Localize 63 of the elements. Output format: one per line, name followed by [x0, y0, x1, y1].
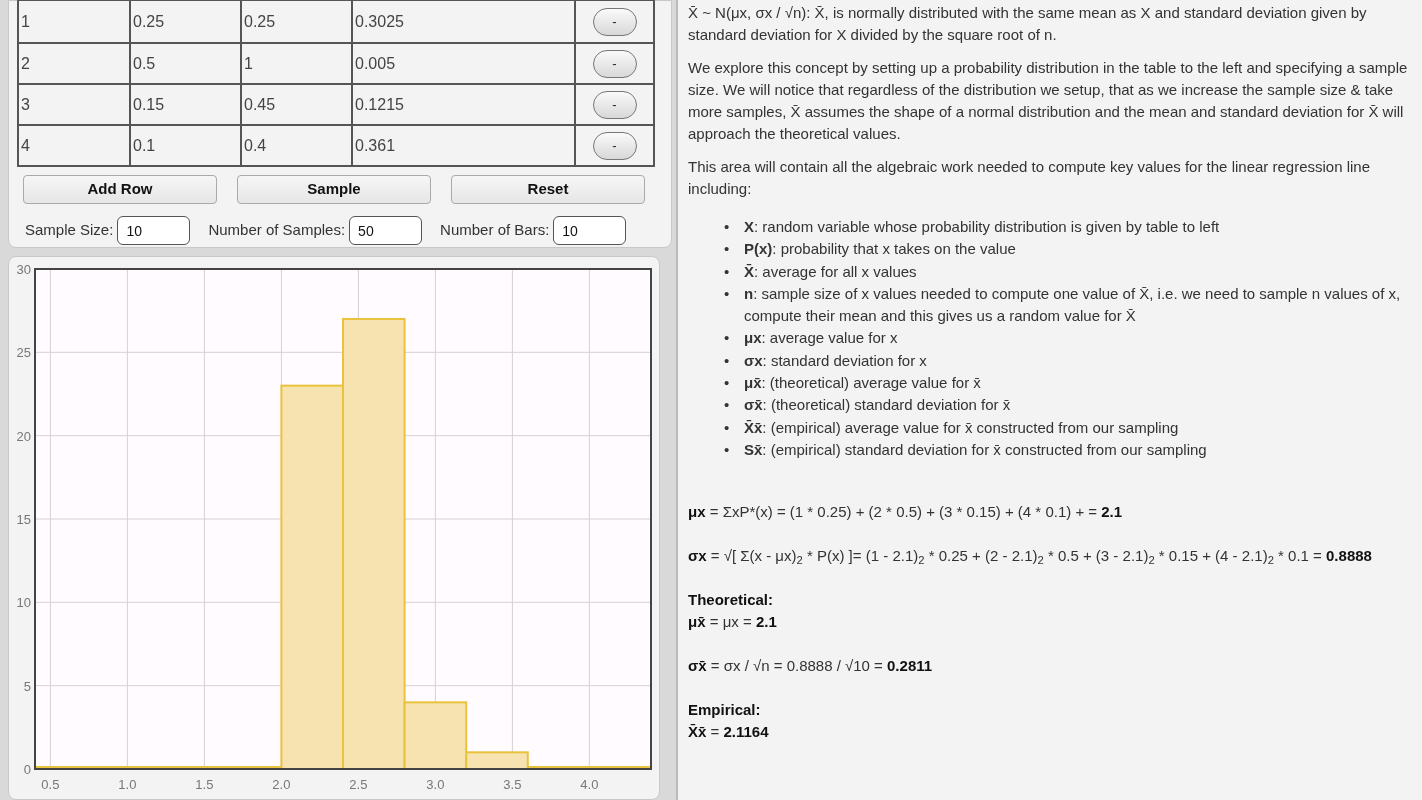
- definition-item: X: random variable whose probability distribution is given by table to left: [744, 217, 1220, 237]
- bullet-marker: •: [724, 328, 731, 349]
- table-cell: 0.1: [131, 126, 242, 165]
- table-cell: 0.361: [353, 126, 576, 165]
- table-cell: 4: [19, 126, 131, 165]
- axis-label: 0: [23, 762, 31, 777]
- bullet-marker: •: [724, 395, 731, 416]
- axis-label: 2.5: [349, 777, 368, 792]
- bullet-marker: •: [724, 417, 731, 438]
- table-cell: 0.5: [131, 44, 242, 83]
- definition-item: σx: standard deviation for x: [744, 350, 927, 371]
- definition-item: μx̄: (theoretical) average value for x̄: [744, 373, 981, 394]
- axis-label: 30: [16, 262, 31, 277]
- paragraph: This area will contain all the algebraic work needed to compute key values for the linear regression line including:: [688, 157, 1372, 199]
- formula: σx = √[ Σ(x - μx)$_{2}$ * P(x) ]= (1 - 2.1)$_{2}$ * 0.25 + (2 - 2.1)$_{2}$ * 0.5 + (3 - 2.1)$_{2}$ * 0.15 + (4 - 2.1)$_{2}$ * 0.1 = 0.8888: [688, 546, 1373, 568]
- axis-label: 3.0: [426, 777, 445, 792]
- axis-label: 1.5: [195, 777, 214, 792]
- field-label: Sample Size:: [25, 220, 114, 241]
- table-cell: 2: [19, 44, 131, 83]
- definition-item: X̄: average for all x values: [744, 261, 917, 282]
- axis-label: 25: [16, 345, 31, 361]
- bullet-marker: •: [724, 439, 731, 460]
- formula: μx = ΣxP*(x) = (1 * 0.25) + (2 * 0.5) + (3 * 0.15) + (4 * 0.1) + = 2.1: [688, 502, 1124, 523]
- table-cell: 3: [19, 85, 131, 124]
- section-heading: Theoretical:: [688, 590, 775, 611]
- formula: σx̄ = σx / √n = 0.8888 / √10 = 0.2811: [688, 656, 934, 677]
- axis-label: 15: [16, 512, 31, 527]
- table-cell: 0.4: [242, 126, 353, 165]
- axis-label: 20: [16, 428, 31, 444]
- formula: X̄x̄ = 2.1164: [688, 722, 770, 743]
- axis-label: 0.5: [41, 777, 60, 792]
- paragraph: We explore this concept by setting up a probability distribution in the table to the left and specifying a sample size. We will notice that regardless of the distribution we setup, that as we increase the sample size & take more samples, X̄ assumes the shape of a normal distribution and the mean and standard deviation for X̄ will approach the theoretical values.: [688, 58, 1409, 144]
- definition-item: Sx̄: (empirical) standard deviation for x̄ constructed from our sampling: [744, 439, 1207, 460]
- field-label: Number of Samples:: [208, 220, 346, 241]
- definition-item: X̄x̄: (empirical) average value for x̄ constructed from our sampling: [744, 417, 1179, 438]
- bullet-marker: •: [724, 261, 731, 282]
- table-cell: 0.45: [242, 85, 353, 124]
- definition-item: σx̄: (theoretical) standard deviation for x̄: [744, 395, 1011, 416]
- table-cell: 0.1215: [353, 85, 576, 124]
- axis-label: 5: [23, 678, 31, 694]
- table-cell: 1: [19, 1, 131, 42]
- table-cell: 0.15: [131, 85, 242, 124]
- definition-item: μx: average value for x: [744, 328, 898, 349]
- axis-label: 2.0: [272, 777, 291, 792]
- section-heading: Empirical:: [688, 700, 762, 721]
- table-cell: 0.25: [131, 1, 242, 42]
- bullet-marker: •: [724, 373, 731, 394]
- paragraph: X̄ ~ N(μx, σx / √n): X̄, is normally distributed with the same mean as X and standard deviation given by standard deviation for X divided by the square root of n.: [688, 3, 1368, 45]
- formula: μx̄ = μx = 2.1: [688, 612, 778, 633]
- definition-item: P(x): probability that x takes on the value: [744, 239, 1016, 260]
- axis-label: 1.0: [118, 777, 137, 792]
- bullet-marker: •: [724, 217, 731, 237]
- bullet-marker: •: [724, 283, 731, 304]
- axis-label: 4.0: [580, 777, 599, 792]
- field-label: Number of Bars:: [440, 220, 550, 241]
- table-cell: 0.3025: [353, 1, 576, 42]
- table-cell: 1: [242, 44, 353, 83]
- axis-label: 3.5: [503, 777, 522, 792]
- bullet-marker: •: [724, 239, 731, 260]
- bullet-marker: •: [724, 350, 731, 371]
- table-cell: 0.005: [353, 44, 576, 83]
- table-cell: 0.25: [242, 1, 353, 42]
- axis-label: 10: [16, 595, 31, 611]
